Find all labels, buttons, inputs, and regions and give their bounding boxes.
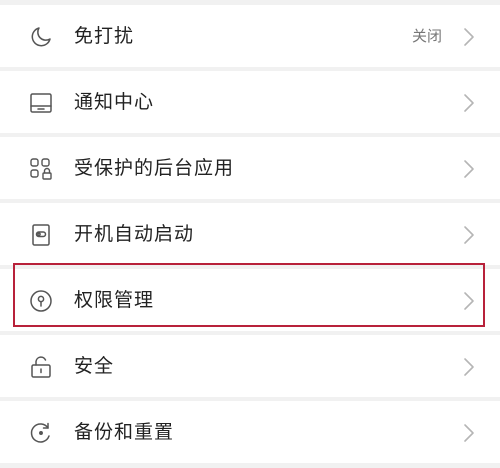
moon-icon	[28, 24, 54, 50]
settings-item-label: 通知中心	[74, 91, 155, 113]
settings-item-value: 关闭	[411, 27, 442, 45]
chevron-right-icon	[462, 27, 476, 47]
chevron-right-icon	[462, 291, 476, 311]
auto-start-icon	[28, 222, 54, 248]
settings-item-label: 备份和重置	[74, 421, 175, 443]
settings-item-backup-reset[interactable]: 备份和重置	[0, 401, 500, 463]
settings-item-label: 安全	[74, 355, 115, 377]
settings-item-label: 受保护的后台应用	[74, 157, 235, 179]
settings-item-protected-apps[interactable]: 受保护的后台应用	[0, 137, 500, 199]
settings-item-permission-management[interactable]: 权限管理	[0, 269, 500, 331]
padlock-icon	[28, 354, 54, 380]
chevron-right-icon	[462, 225, 476, 245]
settings-item-security[interactable]: 安全	[0, 335, 500, 397]
settings-screen: 免打扰 关闭 通知中心 受保护的后台应用 开机自动启动 权限管理 安全 备份和重…	[0, 0, 500, 468]
chevron-right-icon	[462, 93, 476, 113]
settings-item-auto-start[interactable]: 开机自动启动	[0, 203, 500, 265]
settings-item-label: 权限管理	[74, 289, 155, 311]
settings-item-label: 免打扰	[74, 25, 135, 47]
chevron-right-icon	[462, 159, 476, 179]
backup-reset-icon	[28, 420, 54, 446]
chevron-right-icon	[462, 423, 476, 443]
settings-item-notification-center[interactable]: 通知中心	[0, 71, 500, 133]
chevron-right-icon	[462, 357, 476, 377]
protected-apps-icon	[28, 156, 54, 182]
permission-lock-circle-icon	[28, 288, 54, 314]
settings-item-label: 开机自动启动	[74, 223, 195, 245]
notification-tray-icon	[28, 90, 54, 116]
settings-item-do-not-disturb[interactable]: 免打扰 关闭	[0, 5, 500, 67]
